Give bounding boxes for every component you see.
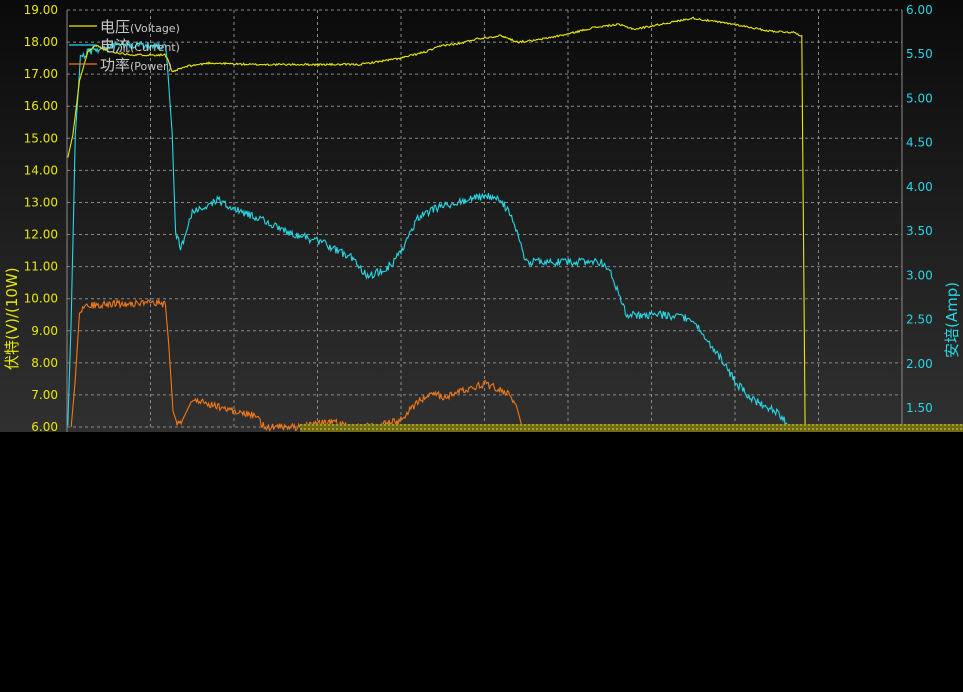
y-tick-label: 10.00 bbox=[24, 292, 58, 306]
y-tick-label: 9.00 bbox=[31, 324, 58, 338]
y-tick-label: 14.00 bbox=[24, 163, 58, 177]
y2-tick-label: 3.50 bbox=[906, 224, 933, 238]
y-tick-label: 12.00 bbox=[24, 228, 58, 242]
y-tick-label: 6.00 bbox=[31, 420, 58, 432]
y2-tick-label: 6.00 bbox=[906, 3, 933, 17]
y2-tick-label: 1.50 bbox=[906, 401, 933, 415]
y2-tick-label: 3.00 bbox=[906, 268, 933, 282]
y2-tick-label: 5.00 bbox=[906, 91, 933, 105]
y-tick-label: 11.00 bbox=[24, 260, 58, 274]
y-tick-label: 15.00 bbox=[24, 131, 58, 145]
striped-band bbox=[300, 424, 963, 432]
y-tick-label: 16.00 bbox=[24, 99, 58, 113]
y2-tick-label: 4.50 bbox=[906, 136, 933, 150]
y-tick-label: 18.00 bbox=[24, 35, 58, 49]
y-tick-label: 7.00 bbox=[31, 388, 58, 402]
y2-tick-label: 5.50 bbox=[906, 47, 933, 61]
chart: 6.00 7.00 8.00 9.00 10.00 11.00 12.00 13.00 14.0… bbox=[0, 0, 963, 432]
y2-tick-label: 2.00 bbox=[906, 357, 933, 371]
left-axis-title: 伏特(V)/(10W) bbox=[3, 267, 21, 370]
y-tick-label: 13.00 bbox=[24, 195, 58, 209]
blank-area bbox=[0, 432, 963, 692]
y-tick-label: 19.00 bbox=[24, 3, 58, 17]
right-axis-title: 安培(Amp) bbox=[943, 282, 961, 358]
y2-tick-label: 4.00 bbox=[906, 180, 933, 194]
y-tick-label: 8.00 bbox=[31, 356, 58, 370]
y-tick-label: 17.00 bbox=[24, 67, 58, 81]
y2-tick-label: 2.50 bbox=[906, 313, 933, 327]
